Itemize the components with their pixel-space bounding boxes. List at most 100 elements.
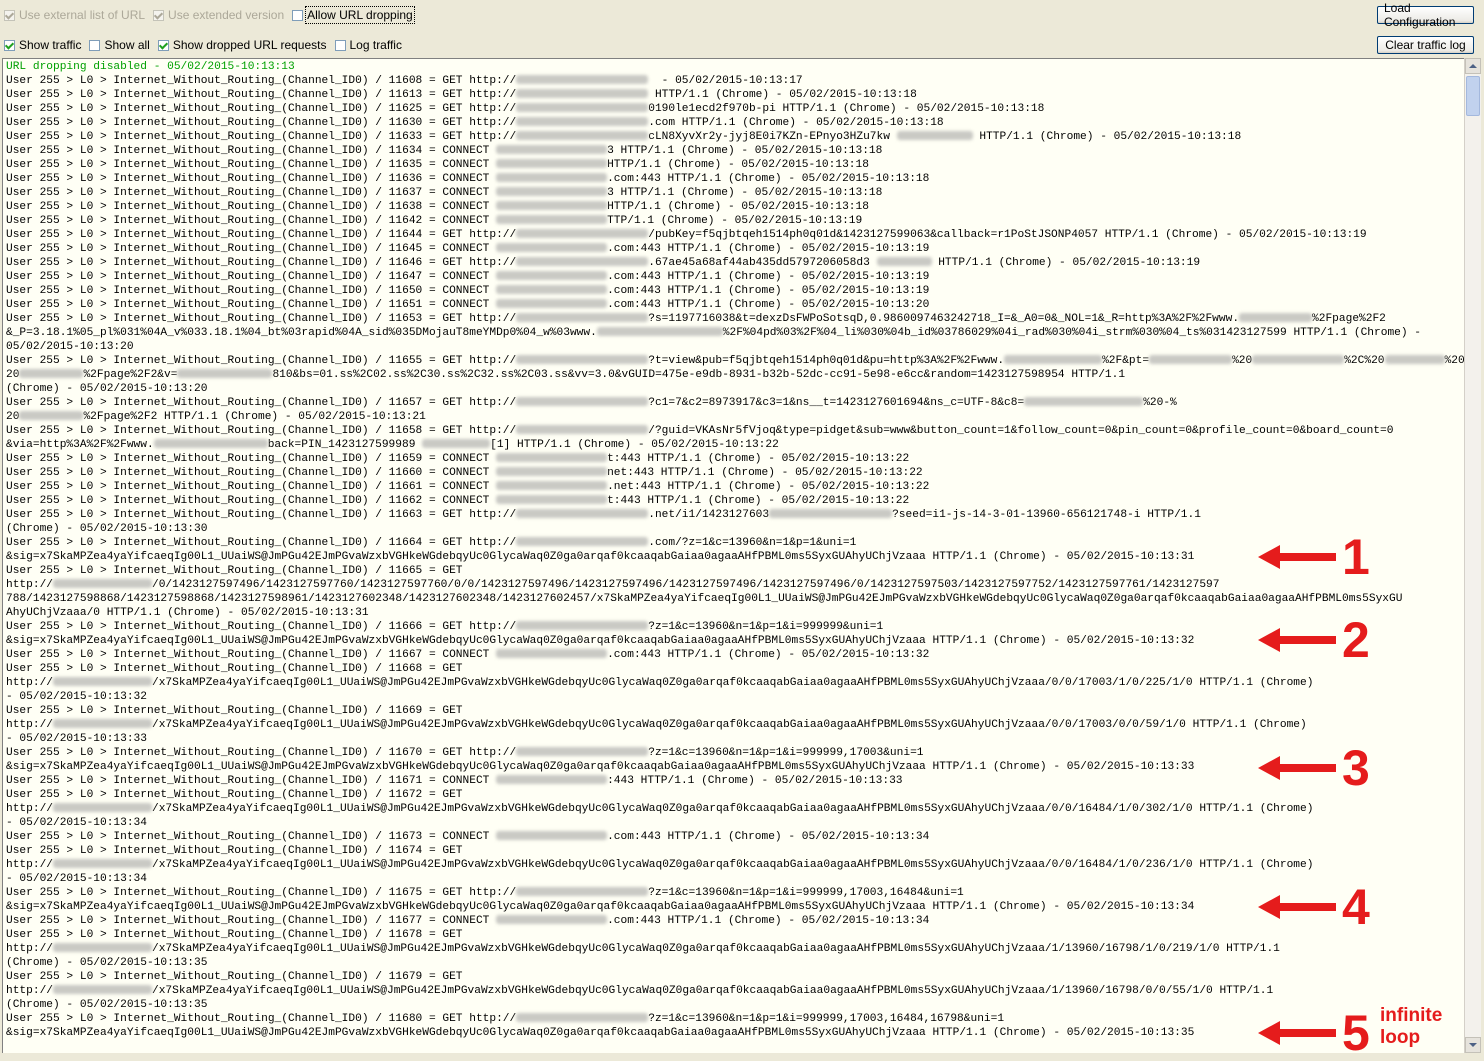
log-line: User 255 > L0 > Internet_Without_Routing… (6, 75, 803, 87)
log-line: http:///x7SkaMPZea4yaYifcaeqIg00L1_UUaiW… (6, 943, 1280, 955)
redacted-text (516, 103, 649, 112)
log-line: User 255 > L0 > Internet_Without_Routing… (6, 285, 930, 297)
log-line: User 255 > L0 > Internet_Without_Routing… (6, 131, 1242, 143)
log-line: User 255 > L0 > Internet_Without_Routing… (6, 229, 1367, 241)
use-extended-version-checkbox[interactable]: Use extended version (153, 8, 284, 22)
options-row-2: Show traffic Show all Show dropped URL r… (4, 37, 410, 53)
checkmark-icon (157, 39, 169, 51)
annotation-note-line: infinite (1380, 1005, 1443, 1026)
annotation-number: 4 (1342, 879, 1370, 935)
allow-url-dropping-checkbox[interactable]: Allow URL dropping (292, 6, 415, 24)
redacted-text (769, 509, 893, 518)
annotation-1: 1 (1258, 532, 1370, 582)
redacted-text (516, 229, 649, 238)
checkmark-icon (4, 39, 15, 51)
log-line: User 255 > L0 > Internet_Without_Routing… (6, 117, 944, 129)
log-line: - 05/02/2015-10:13:34 (6, 873, 147, 885)
log-line: User 255 > L0 > Internet_Without_Routing… (6, 481, 930, 493)
use-external-list-checkbox[interactable]: Use external list of URL (4, 8, 145, 22)
redacted-text (516, 621, 649, 630)
log-line: User 255 > L0 > Internet_Without_Routing… (6, 775, 903, 787)
log-line: User 255 > L0 > Internet_Without_Routing… (6, 971, 463, 983)
log-line: User 255 > L0 > Internet_Without_Routing… (6, 173, 930, 185)
log-line: http:///x7SkaMPZea4yaYifcaeqIg00L1_UUaiW… (6, 677, 1314, 689)
redacted-text (496, 271, 608, 280)
annotation-number: 1 (1342, 529, 1370, 585)
triangle-up-icon (1469, 64, 1477, 68)
log-line: User 255 > L0 > Internet_Without_Routing… (6, 747, 924, 759)
redacted-text (516, 537, 649, 546)
traffic-log[interactable]: URL dropping disabled - 05/02/2015-10:13… (2, 58, 1464, 1053)
redacted-text (1149, 355, 1233, 364)
log-line: User 255 > L0 > Internet_Without_Routing… (6, 313, 1386, 325)
log-line: User 255 > L0 > Internet_Without_Routing… (6, 201, 869, 213)
checkmark-icon (153, 9, 165, 21)
redacted-text (496, 481, 608, 490)
log-line: http:///x7SkaMPZea4yaYifcaeqIg00L1_UUaiW… (6, 985, 1274, 997)
redacted-text (422, 439, 491, 448)
log-line: User 255 > L0 > Internet_Without_Routing… (6, 145, 883, 157)
log-line: User 255 > L0 > Internet_Without_Routing… (6, 789, 463, 801)
annotation-note-line: loop (1380, 1027, 1421, 1048)
log-lines: URL dropping disabled - 05/02/2015-10:13… (6, 60, 1464, 1040)
log-line: User 255 > L0 > Internet_Without_Routing… (6, 187, 883, 199)
show-dropped-url-requests-checkbox[interactable]: Show dropped URL requests (157, 38, 327, 52)
arrow-left-icon (1258, 756, 1336, 780)
toolbar: Use external list of URL Use extended ve… (0, 0, 1484, 58)
scroll-down-button[interactable] (1465, 1037, 1481, 1053)
redacted-text (53, 677, 152, 686)
checkbox-box (89, 39, 101, 51)
log-line: User 255 > L0 > Internet_Without_Routing… (6, 621, 884, 633)
log-line: User 255 > L0 > Internet_Without_Routing… (6, 271, 930, 283)
log-traffic-checkbox[interactable]: Log traffic (334, 38, 402, 52)
log-line: User 255 > L0 > Internet_Without_Routing… (6, 103, 1045, 115)
redacted-text (516, 117, 649, 126)
redacted-text (53, 579, 152, 588)
log-line: User 255 > L0 > Internet_Without_Routing… (6, 537, 857, 549)
log-line: User 255 > L0 > Internet_Without_Routing… (6, 915, 930, 927)
redacted-text (496, 173, 608, 182)
triangle-down-icon (1469, 1043, 1477, 1047)
scroll-up-button[interactable] (1465, 58, 1481, 74)
arrow-left-icon (1258, 545, 1336, 569)
checkbox-label: Log traffic (349, 38, 402, 52)
log-line: User 255 > L0 > Internet_Without_Routing… (6, 215, 863, 227)
redacted-text (496, 495, 608, 504)
load-configuration-button[interactable]: Load Configuration (1377, 1, 1474, 29)
redacted-text (1239, 313, 1313, 322)
redacted-text (896, 131, 973, 140)
clear-traffic-log-button[interactable]: Clear traffic log (1377, 36, 1474, 54)
vertical-scrollbar[interactable] (1464, 58, 1481, 1053)
log-line: User 255 > L0 > Internet_Without_Routing… (6, 425, 1394, 437)
redacted-text (496, 649, 608, 658)
redacted-text (516, 355, 649, 364)
redacted-text (496, 299, 608, 308)
log-line: - 05/02/2015-10:13:32 (6, 691, 147, 703)
redacted-text (516, 75, 649, 84)
show-traffic-checkbox[interactable]: Show traffic (4, 38, 81, 52)
log-line: (Chrome) - 05/02/2015-10:13:30 (6, 523, 208, 535)
log-line: User 255 > L0 > Internet_Without_Routing… (6, 565, 463, 577)
scroll-thumb[interactable] (1466, 76, 1480, 116)
redacted-text (516, 89, 649, 98)
log-line: http:///x7SkaMPZea4yaYifcaeqIg00L1_UUaiW… (6, 719, 1307, 731)
log-line: (Chrome) - 05/02/2015-10:13:20 (6, 383, 208, 395)
log-line: AhyUChjVzaaa/0 HTTP/1.1 (Chrome) - 05/02… (6, 607, 369, 619)
annotation-5: 5 (1258, 1008, 1370, 1058)
redacted-text (496, 187, 608, 196)
log-line: &sig=x7SkaMPZea4yaYifcaeqIg00L1_UUaiWS@J… (6, 1027, 1195, 1039)
arrow-left-icon (1258, 895, 1336, 919)
redacted-text (516, 397, 649, 406)
show-all-checkbox[interactable]: Show all (89, 38, 150, 52)
log-line: 05/02/2015-10:13:20 (6, 341, 134, 353)
redacted-text (876, 257, 932, 266)
redacted-text (496, 201, 608, 210)
annotation-3: 3 (1258, 743, 1370, 793)
log-line: User 255 > L0 > Internet_Without_Routing… (6, 453, 910, 465)
log-line: User 255 > L0 > Internet_Without_Routing… (6, 509, 1201, 521)
log-line: User 255 > L0 > Internet_Without_Routing… (6, 663, 463, 675)
annotation-number: 3 (1342, 740, 1370, 796)
redacted-text (516, 1013, 649, 1022)
redacted-text (53, 985, 152, 994)
log-line: User 255 > L0 > Internet_Without_Routing… (6, 257, 1201, 269)
